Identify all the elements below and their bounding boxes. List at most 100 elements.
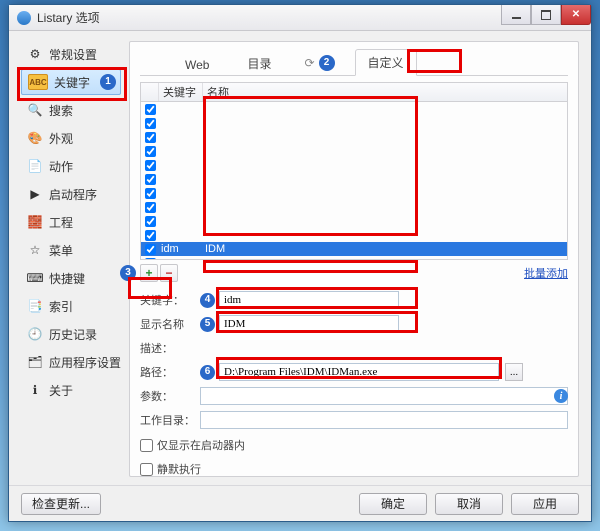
sidebar-item-about[interactable]: ℹ 关于 [21, 377, 121, 403]
index-icon: 📑 [27, 298, 43, 314]
sidebar-item-label: 关于 [49, 382, 73, 399]
table-row[interactable] [141, 214, 567, 228]
row-checkbox[interactable] [145, 104, 156, 115]
button-label: 应用 [533, 497, 557, 511]
sidebar-item-label: 工程 [49, 214, 73, 231]
check-update-button[interactable]: 检查更新... [21, 493, 101, 515]
only-launcher-checkbox[interactable] [140, 439, 153, 452]
window-frame: Listary 选项 ⚙ 常规设置 ABC 关键字 1 🔍 搜索 🎨 [8, 4, 592, 522]
abc-icon: ABC [28, 74, 48, 90]
silent-checkbox[interactable] [140, 463, 153, 476]
row-keyword: 关键字： 4 [140, 290, 568, 310]
keyword-input[interactable] [219, 291, 399, 309]
project-icon: 🧱 [27, 214, 43, 230]
row-path: 路径： 6 ... [140, 362, 568, 382]
remove-button[interactable]: − [160, 264, 178, 282]
table-row[interactable] [141, 144, 567, 158]
params-input[interactable] [200, 387, 568, 405]
sidebar-item-general[interactable]: ⚙ 常规设置 [21, 41, 121, 67]
sidebar: ⚙ 常规设置 ABC 关键字 1 🔍 搜索 🎨 外观 📄 动作 ▶ [21, 41, 121, 477]
table-row[interactable] [141, 256, 567, 260]
sidebar-item-appearance[interactable]: 🎨 外观 [21, 125, 121, 151]
sidebar-item-appsettings[interactable]: 🗂 应用程序设置 [21, 349, 121, 375]
row-checkbox[interactable] [145, 202, 156, 213]
sidebar-item-search[interactable]: 🔍 搜索 [21, 97, 121, 123]
ok-button[interactable]: 确定 [359, 493, 427, 515]
row-checkbox[interactable] [145, 244, 156, 255]
sidebar-item-launch[interactable]: ▶ 启动程序 [21, 181, 121, 207]
table-row[interactable] [141, 116, 567, 130]
row-checkbox[interactable] [145, 216, 156, 227]
maximize-button[interactable] [531, 5, 561, 25]
sidebar-item-keywords[interactable]: ABC 关键字 1 [21, 69, 121, 95]
list-header: 关键字 名称 [140, 82, 568, 102]
cancel-button[interactable]: 取消 [435, 493, 503, 515]
sidebar-item-index[interactable]: 📑 索引 [21, 293, 121, 319]
tab-web[interactable]: Web [172, 53, 222, 76]
table-row[interactable] [141, 172, 567, 186]
row-checkbox[interactable] [145, 132, 156, 143]
table-row[interactable] [141, 130, 567, 144]
apps-icon: 🗂 [27, 354, 43, 370]
label-workdir: 工作目录： [140, 412, 196, 428]
displayname-input[interactable] [219, 315, 399, 333]
tab-folders[interactable]: 目录 [234, 50, 284, 76]
table-row-selected[interactable]: idmIDM [141, 242, 567, 256]
minus-icon: − [165, 266, 172, 280]
app-icon [17, 11, 31, 25]
only-launcher-label: 仅显示在启动器内 [157, 437, 245, 453]
row-checkbox[interactable] [145, 188, 156, 199]
button-label: 确定 [381, 497, 405, 511]
row-silent: 静默执行 [140, 460, 568, 478]
window-title: Listary 选项 [37, 9, 100, 26]
annotation-4: 4 [200, 293, 215, 308]
browse-button[interactable]: ... [505, 363, 523, 381]
tab-label: Web [185, 58, 209, 72]
col-keyword[interactable]: 关键字 [159, 83, 203, 101]
info-icon[interactable]: i [554, 389, 568, 403]
sidebar-item-projects[interactable]: 🧱 工程 [21, 209, 121, 235]
path-input[interactable] [219, 363, 499, 381]
sidebar-item-label: 动作 [49, 158, 73, 175]
batch-add-link[interactable]: 批量添加 [524, 265, 568, 281]
table-row[interactable] [141, 200, 567, 214]
row-name: IDM [203, 243, 567, 255]
table-row[interactable] [141, 186, 567, 200]
row-checkbox[interactable] [145, 146, 156, 157]
row-checkbox[interactable] [145, 174, 156, 185]
keyword-list: 关键字 名称 idmIDM [140, 82, 568, 260]
table-row[interactable] [141, 158, 567, 172]
keyboard-icon: ⌨ [27, 270, 43, 286]
sidebar-item-menu[interactable]: ☆ 菜单 [21, 237, 121, 263]
silent-label: 静默执行 [157, 461, 201, 477]
sidebar-item-hotkeys[interactable]: ⌨ 快捷键 [21, 265, 121, 291]
workdir-input[interactable] [200, 411, 568, 429]
desc-input[interactable] [200, 339, 380, 357]
details-form: 关键字： 4 显示名称 5 描述： 路径： 6 [140, 290, 568, 485]
close-button[interactable] [561, 5, 591, 25]
sidebar-item-label: 关键字 [54, 74, 90, 91]
row-checkbox[interactable] [145, 258, 156, 261]
main-panel: Web 目录 ⟳ 2 自定义 关键字 名称 [129, 41, 579, 477]
apply-button[interactable]: 应用 [511, 493, 579, 515]
button-label: 取消 [457, 497, 481, 511]
annotation-2-slot: ⟳ 2 [296, 51, 342, 75]
col-name[interactable]: 名称 [203, 83, 567, 101]
list-body[interactable]: idmIDM [140, 102, 568, 260]
table-row[interactable] [141, 102, 567, 116]
sidebar-item-label: 历史记录 [49, 326, 97, 343]
sidebar-item-label: 启动程序 [49, 186, 97, 203]
label-params: 参数： [140, 388, 196, 404]
row-checkbox[interactable] [145, 118, 156, 129]
star-icon: ☆ [27, 242, 43, 258]
minimize-button[interactable] [501, 5, 531, 25]
row-params: 参数： i [140, 386, 568, 406]
add-button[interactable]: + [140, 264, 158, 282]
row-checkbox[interactable] [145, 230, 156, 241]
tab-custom[interactable]: 自定义 [355, 49, 417, 76]
table-row[interactable] [141, 228, 567, 242]
sidebar-item-actions[interactable]: 📄 动作 [21, 153, 121, 179]
row-checkbox[interactable] [145, 160, 156, 171]
annotation-2: 2 [319, 55, 335, 71]
sidebar-item-history[interactable]: 🕘 历史记录 [21, 321, 121, 347]
